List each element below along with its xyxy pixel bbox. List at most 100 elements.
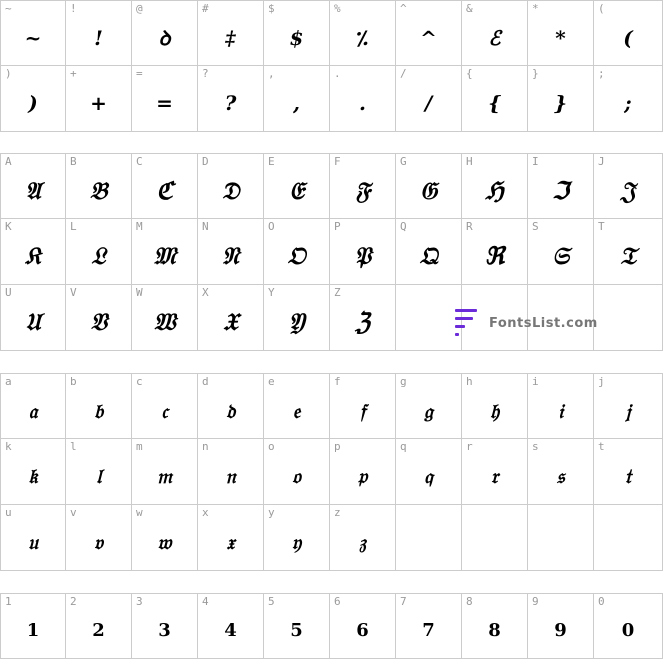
glyph-cell: 88 bbox=[462, 593, 528, 659]
glyph-cell: x𝔵 bbox=[198, 505, 264, 571]
glyph-cell: ^ ^ bbox=[396, 0, 462, 66]
glyph-sample: 𝔡 bbox=[225, 399, 236, 423]
key-label: x bbox=[202, 506, 209, 519]
digits-grid: 11223344556677889900 bbox=[0, 593, 670, 659]
glyph-cell: Zℨ bbox=[330, 285, 396, 351]
symbols-grid: ~ ~!! @ ꝺ # ‡ $ $% ⁒ ^ ^ & ℰ * *(()) + + = =??,,.. / /{{}};; bbox=[0, 0, 670, 132]
glyph-sample: 𝔵 bbox=[226, 530, 235, 554]
glyph-sample: 2 bbox=[92, 620, 105, 641]
lowercase-grid: a𝔞b𝔟c𝔠d𝔡e𝔢f𝔣g𝔤h𝔥i𝔦j𝔧k𝔨l𝔩m𝔪n𝔫o𝔬p𝔭q𝔮r𝔯s𝔰t𝔱… bbox=[0, 373, 670, 571]
glyph-cell: ,, bbox=[264, 66, 330, 132]
glyph-cell: Iℑ bbox=[528, 153, 594, 219]
glyph-sample: 𝔞 bbox=[28, 399, 38, 423]
glyph-sample: 𝔛 bbox=[223, 307, 238, 336]
glyph-sample: 𝔙 bbox=[90, 307, 107, 336]
glyph-cell: {{ bbox=[462, 66, 528, 132]
glyph-cell: y𝔶 bbox=[264, 505, 330, 571]
key-label: { bbox=[466, 67, 473, 80]
glyph-sample: . bbox=[359, 91, 366, 115]
glyph-sample: 𝔜 bbox=[288, 307, 305, 336]
glyph-sample: 𝔴 bbox=[157, 530, 172, 554]
key-label: S bbox=[532, 220, 539, 233]
glyph-cell: X𝔛 bbox=[198, 285, 264, 351]
glyph-sample: 𝔈 bbox=[289, 176, 304, 205]
glyph-sample: 5 bbox=[290, 620, 303, 641]
glyph-cell: N𝔑 bbox=[198, 219, 264, 285]
glyph-cell: W𝔚 bbox=[132, 285, 198, 351]
glyph-sample: ℑ bbox=[552, 176, 569, 205]
key-label: I bbox=[532, 155, 539, 168]
key-label: + bbox=[70, 67, 77, 80]
empty-cell bbox=[396, 285, 462, 351]
glyph-sample: 𝔅 bbox=[89, 176, 108, 205]
glyph-sample: * bbox=[555, 26, 566, 50]
key-label: 3 bbox=[136, 595, 143, 608]
glyph-cell: 77 bbox=[396, 593, 462, 659]
glyph-cell: 11 bbox=[0, 593, 66, 659]
glyph-cell: A𝔄 bbox=[0, 153, 66, 219]
key-label: 7 bbox=[400, 595, 407, 608]
key-label: # bbox=[202, 2, 209, 15]
key-label: y bbox=[268, 506, 275, 519]
glyph-cell: !! bbox=[66, 0, 132, 66]
key-label: w bbox=[136, 506, 143, 519]
key-label: R bbox=[466, 220, 473, 233]
glyph-sample: 𝔳 bbox=[94, 530, 103, 554]
glyph-sample: / bbox=[424, 91, 433, 115]
glyph-cell: 66 bbox=[330, 593, 396, 659]
glyph-sample: 𝔭 bbox=[357, 464, 368, 488]
glyph-cell: b𝔟 bbox=[66, 373, 132, 439]
key-label: Z bbox=[334, 286, 341, 299]
key-label: q bbox=[400, 440, 407, 453]
glyph-row: ~ ~!! @ ꝺ # ‡ $ $% ⁒ ^ ^ & ℰ * *(( bbox=[0, 0, 670, 66]
glyph-sample: 𝔢 bbox=[292, 399, 301, 423]
glyph-cell: g𝔤 bbox=[396, 373, 462, 439]
glyph-sample: 𝔖 bbox=[552, 241, 569, 270]
glyph-cell: = = bbox=[132, 66, 198, 132]
glyph-cell: c𝔠 bbox=[132, 373, 198, 439]
key-label: 1 bbox=[5, 595, 12, 608]
glyph-sample: ; bbox=[624, 91, 632, 115]
glyph-cell: d𝔡 bbox=[198, 373, 264, 439]
glyph-cell: Q𝔔 bbox=[396, 219, 462, 285]
key-label: ~ bbox=[5, 2, 12, 15]
glyph-cell: p𝔭 bbox=[330, 439, 396, 505]
glyph-sample: { bbox=[488, 91, 501, 115]
key-label: t bbox=[598, 440, 605, 453]
glyph-cell: 44 bbox=[198, 593, 264, 659]
glyph-sample: 𝔊 bbox=[419, 176, 438, 205]
glyph-sample: 𝔎 bbox=[25, 241, 41, 270]
glyph-sample: 𝔱 bbox=[624, 464, 632, 488]
glyph-sample: 9 bbox=[554, 620, 567, 641]
glyph-sample: ℭ bbox=[156, 176, 173, 205]
key-label: f bbox=[334, 375, 341, 388]
glyph-cell: t𝔱 bbox=[594, 439, 663, 505]
key-label: H bbox=[466, 155, 473, 168]
glyph-cell: Rℜ bbox=[462, 219, 528, 285]
glyph-sample: 𝔇 bbox=[221, 176, 240, 205]
glyph-sample: 𝔩 bbox=[95, 464, 102, 488]
key-label: E bbox=[268, 155, 275, 168]
glyph-sample: 7 bbox=[422, 620, 435, 641]
glyph-cell: + + bbox=[66, 66, 132, 132]
key-label: C bbox=[136, 155, 143, 168]
key-label: M bbox=[136, 220, 143, 233]
key-label: 4 bbox=[202, 595, 209, 608]
glyph-sample: 𝔨 bbox=[28, 464, 38, 488]
glyph-sample: 𝔰 bbox=[556, 464, 565, 488]
glyph-sample: 𝔪 bbox=[156, 464, 173, 488]
glyph-sample: ) bbox=[28, 91, 38, 115]
glyph-cell: .. bbox=[330, 66, 396, 132]
glyph-cell: G𝔊 bbox=[396, 153, 462, 219]
glyph-cell: $ $ bbox=[264, 0, 330, 66]
fontslist-logo: FontsList.com bbox=[455, 309, 598, 337]
key-label: / bbox=[400, 67, 407, 80]
glyph-cell: & ℰ bbox=[462, 0, 528, 66]
key-label: ( bbox=[598, 2, 605, 15]
key-label: & bbox=[466, 2, 473, 15]
glyph-sample: 𝔮 bbox=[424, 464, 433, 488]
key-label: L bbox=[70, 220, 77, 233]
glyph-sample: 𝔔 bbox=[419, 241, 438, 270]
glyph-cell: }} bbox=[528, 66, 594, 132]
glyph-cell: / / bbox=[396, 66, 462, 132]
